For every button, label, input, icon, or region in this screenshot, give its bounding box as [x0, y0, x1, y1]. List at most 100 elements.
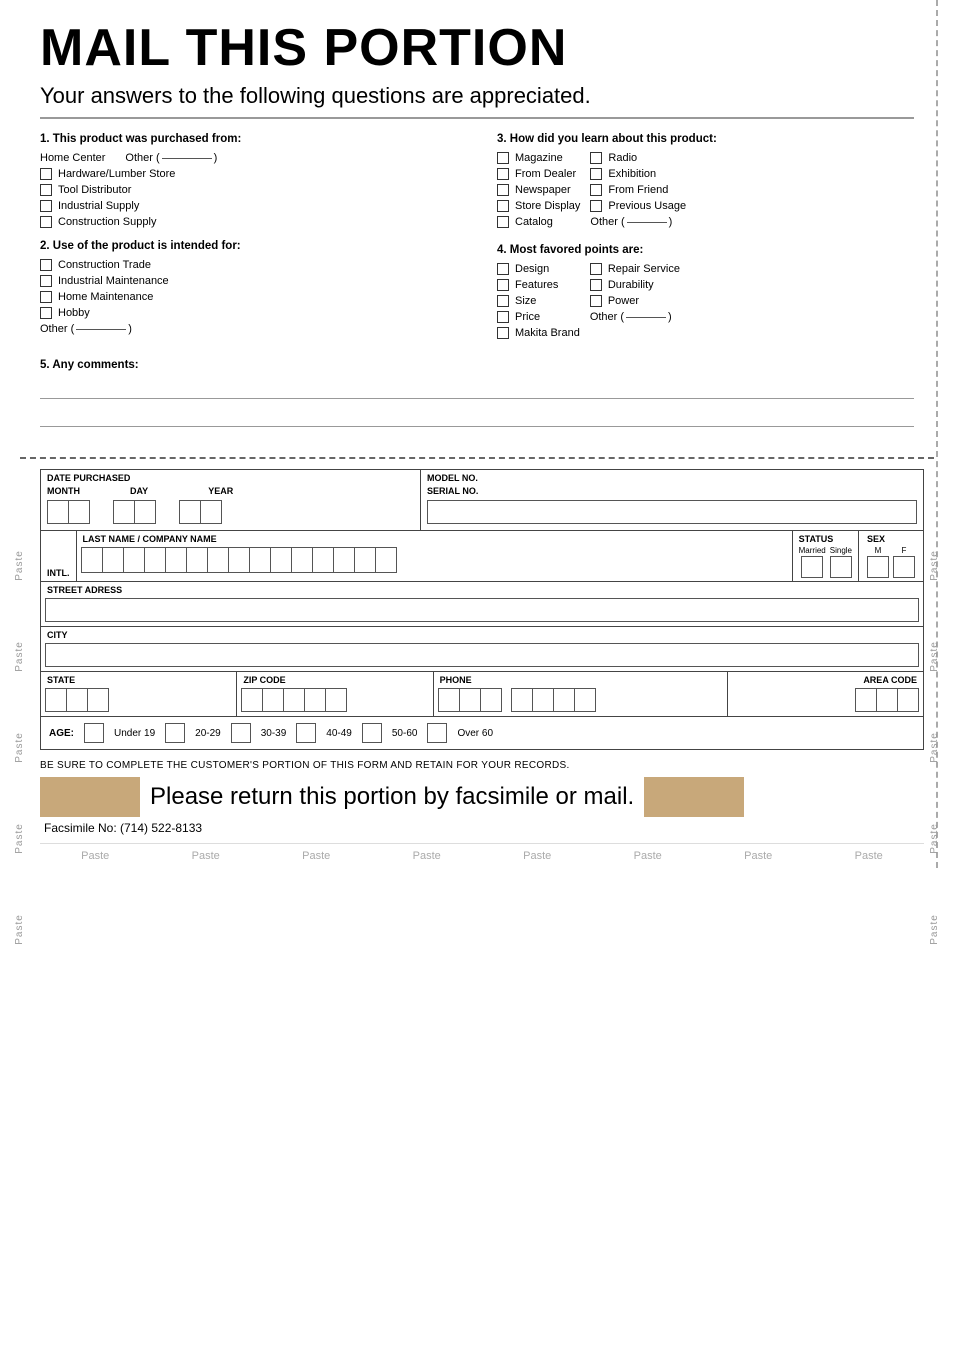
zip-box-4[interactable] [304, 688, 326, 712]
q3-cb-radio[interactable] [590, 152, 602, 164]
q1-cb-industrial[interactable] [40, 200, 52, 212]
state-input-row [41, 686, 236, 716]
name-cell-15[interactable] [375, 547, 397, 573]
name-cell-2[interactable] [102, 547, 124, 573]
name-cell-13[interactable] [333, 547, 355, 573]
q1-other-input[interactable] [162, 158, 212, 159]
age-box-over60[interactable] [427, 723, 447, 743]
f-box[interactable] [893, 556, 915, 578]
name-cell-12[interactable] [312, 547, 334, 573]
zip-box-1[interactable] [241, 688, 263, 712]
q3-cb-fromfriend[interactable] [590, 184, 602, 196]
q1-cb-hardware[interactable] [40, 168, 52, 180]
q2-cb-hobby[interactable] [40, 307, 52, 319]
age-box-3039[interactable] [231, 723, 251, 743]
phone-box-3[interactable] [480, 688, 502, 712]
name-cell-1[interactable] [81, 547, 103, 573]
q2-cb-industrial[interactable] [40, 275, 52, 287]
model-label: MODEL NO. [421, 470, 923, 484]
age-box-4049[interactable] [296, 723, 316, 743]
phone-box-1[interactable] [438, 688, 460, 712]
q5-section: 5. Any comments: [40, 359, 914, 447]
paste-left-3: Paste [14, 732, 25, 763]
q3-cb-fromdealer[interactable] [497, 168, 509, 180]
phone-box-4[interactable] [511, 688, 533, 712]
state-box-2[interactable] [66, 688, 88, 712]
date-label: DATE PURCHASED [41, 470, 420, 484]
name-cell-14[interactable] [354, 547, 376, 573]
phone-box-6[interactable] [553, 688, 575, 712]
name-cell-5[interactable] [165, 547, 187, 573]
q1-cb-construction-supply[interactable] [40, 216, 52, 228]
year-box-2[interactable] [200, 500, 222, 524]
age-box-2029[interactable] [165, 723, 185, 743]
area-box-2[interactable] [876, 688, 898, 712]
zip-box-3[interactable] [283, 688, 305, 712]
year-box-1[interactable] [179, 500, 201, 524]
name-cell-9[interactable] [249, 547, 271, 573]
q4-label-repairservice: Repair Service [608, 263, 680, 275]
q3-other-close: ) [669, 216, 673, 228]
q3-cb-exhibition[interactable] [590, 168, 602, 180]
married-box[interactable] [801, 556, 823, 578]
phone-box-5[interactable] [532, 688, 554, 712]
q3-cb-previoususage[interactable] [590, 200, 602, 212]
q3-cb-magazine[interactable] [497, 152, 509, 164]
q4-cb-makita[interactable] [497, 327, 509, 339]
q3-cb-catalog[interactable] [497, 216, 509, 228]
paste-left-1: Paste [14, 550, 25, 581]
q4-cb-size[interactable] [497, 295, 509, 307]
single-label: Single [830, 546, 852, 555]
street-input[interactable] [45, 598, 919, 622]
q4-features: Features [497, 279, 580, 291]
single-box[interactable] [830, 556, 852, 578]
phone-box-7[interactable] [574, 688, 596, 712]
area-box-1[interactable] [855, 688, 877, 712]
age-box-5060[interactable] [362, 723, 382, 743]
phone-box-2[interactable] [459, 688, 481, 712]
q3-title: 3. How did you learn about this product: [497, 133, 914, 145]
q3-other-input[interactable] [627, 222, 667, 223]
name-cell-10[interactable] [270, 547, 292, 573]
day-box-1[interactable] [113, 500, 135, 524]
name-cell-8[interactable] [228, 547, 250, 573]
name-cell-3[interactable] [123, 547, 145, 573]
day-box-2[interactable] [134, 500, 156, 524]
q4-cb-power[interactable] [590, 295, 602, 307]
q3-cb-newspaper[interactable] [497, 184, 509, 196]
month-box-2[interactable] [68, 500, 90, 524]
name-cell-7[interactable] [207, 547, 229, 573]
city-input-row [41, 641, 923, 671]
q4-cb-price[interactable] [497, 311, 509, 323]
q4-cb-durability[interactable] [590, 279, 602, 291]
q3-cb-storedisplay[interactable] [497, 200, 509, 212]
m-box[interactable] [867, 556, 889, 578]
state-box-3[interactable] [87, 688, 109, 712]
q4-cb-design[interactable] [497, 263, 509, 275]
comment-line-2[interactable] [40, 405, 914, 427]
q3-label-fromdealer: From Dealer [515, 168, 576, 180]
serial-input[interactable] [427, 500, 917, 524]
month-box-1[interactable] [47, 500, 69, 524]
q4-other-input[interactable] [626, 317, 666, 318]
zip-box-5[interactable] [325, 688, 347, 712]
q2-other-input[interactable] [76, 329, 126, 330]
comment-line-1[interactable] [40, 377, 914, 399]
age-box-under19[interactable] [84, 723, 104, 743]
bp-2: Paste [192, 850, 220, 862]
q1-cb-tool[interactable] [40, 184, 52, 196]
state-box-1[interactable] [45, 688, 67, 712]
dashed-separator [20, 457, 934, 459]
q4-cb-repairservice[interactable] [590, 263, 602, 275]
city-input[interactable] [45, 643, 919, 667]
name-cell-4[interactable] [144, 547, 166, 573]
name-cell-6[interactable] [186, 547, 208, 573]
name-cell-11[interactable] [291, 547, 313, 573]
q2-cb-construction[interactable] [40, 259, 52, 271]
zip-box-2[interactable] [262, 688, 284, 712]
intl-label: INTL. [47, 568, 70, 578]
q2-cb-home[interactable] [40, 291, 52, 303]
state-phone-row: STATE ZIP CODE PHO [40, 672, 924, 717]
q4-cb-features[interactable] [497, 279, 509, 291]
area-box-3[interactable] [897, 688, 919, 712]
